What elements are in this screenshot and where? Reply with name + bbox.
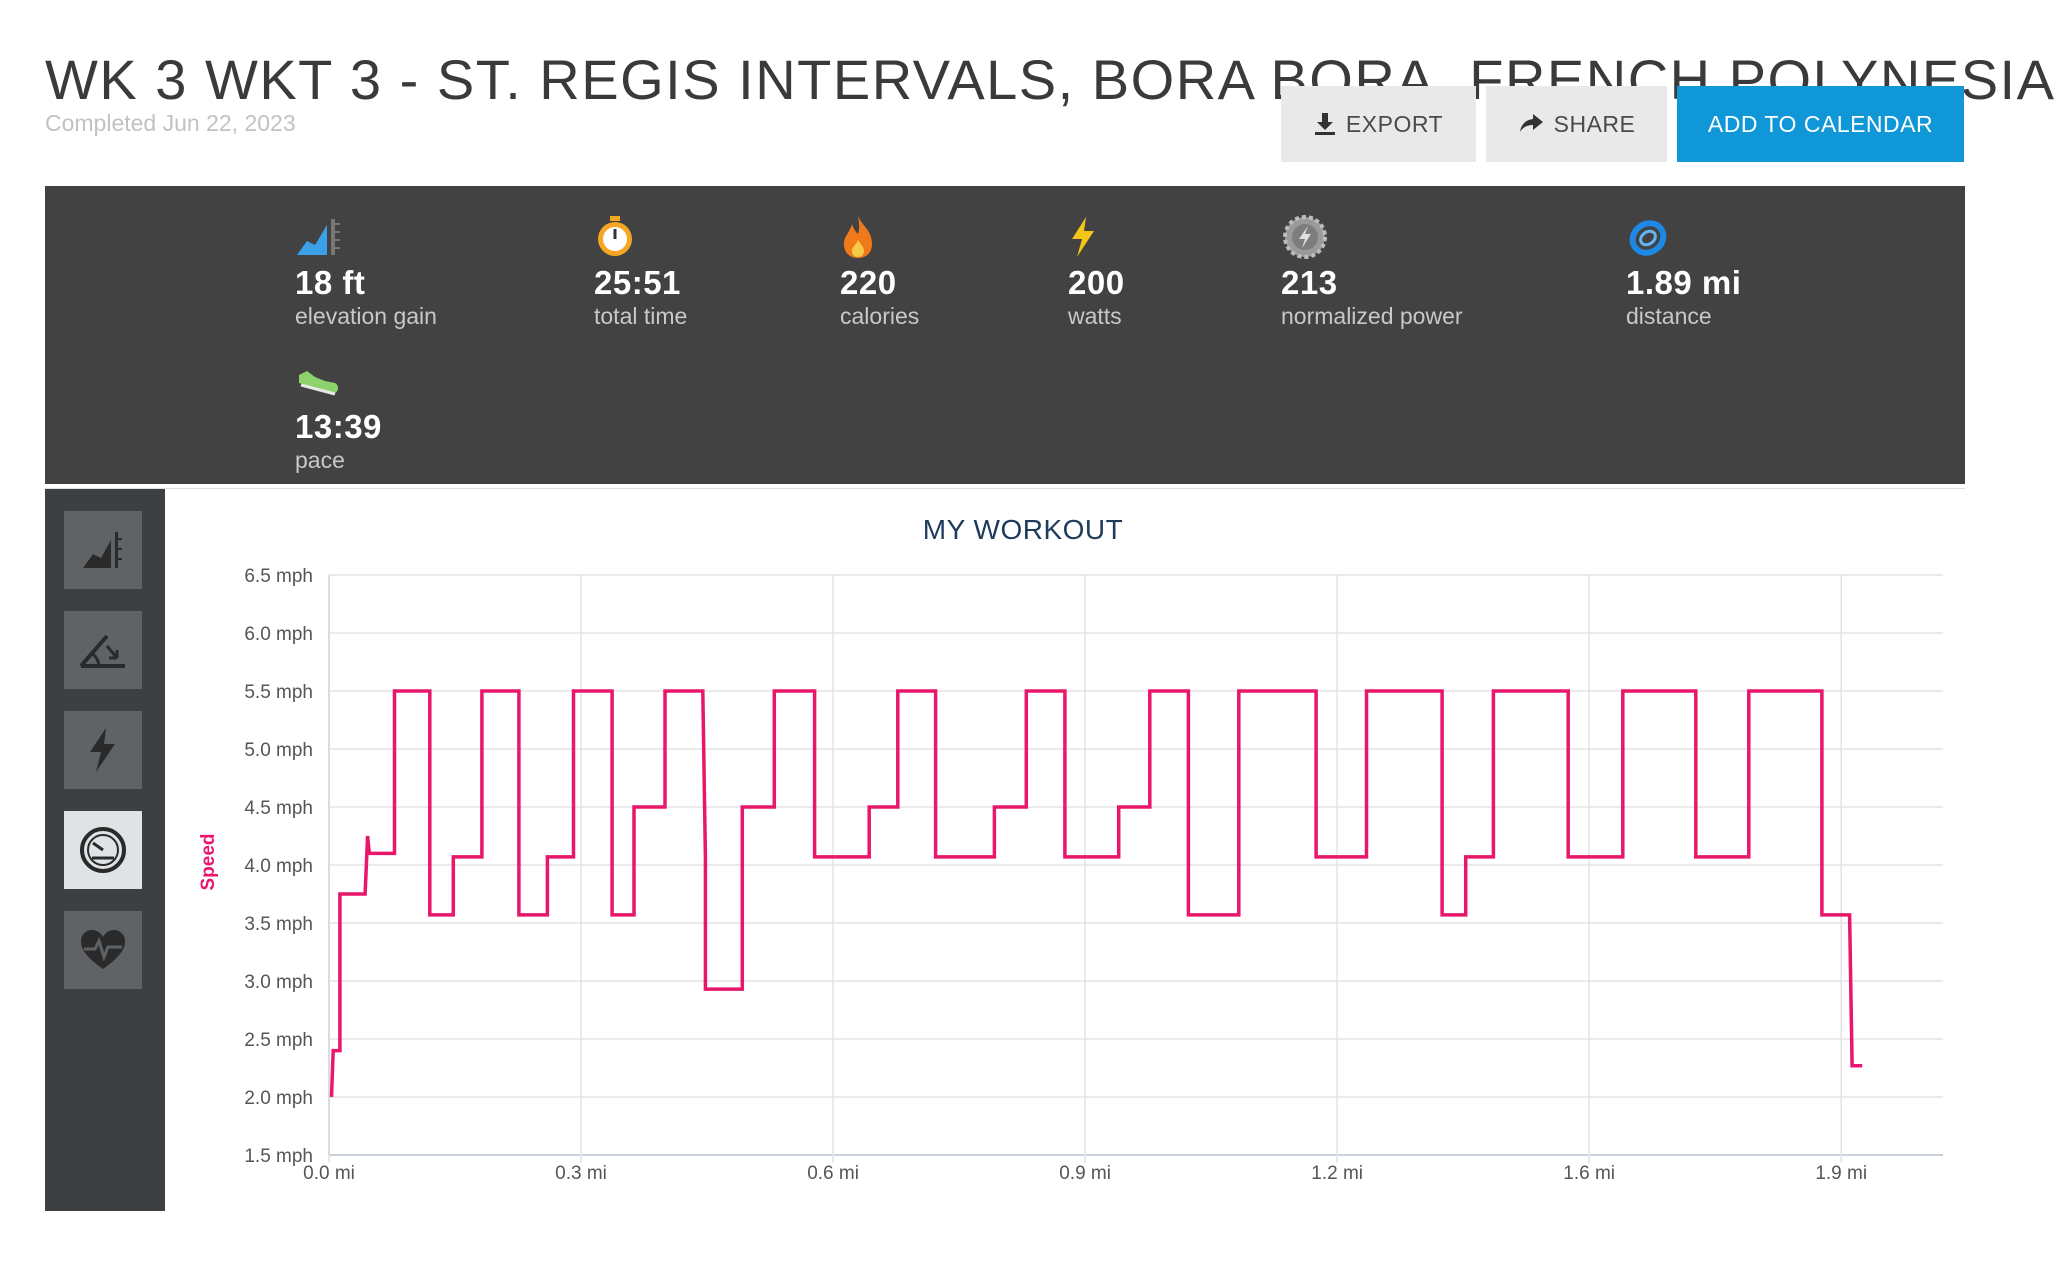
- x-tick-label: 1.6 mi: [1563, 1163, 1615, 1184]
- x-tick-label: 0.6 mi: [807, 1163, 859, 1184]
- y-tick-label: 6.5 mph: [244, 566, 313, 587]
- y-axis-label: Speed: [198, 833, 219, 890]
- y-tick-label: 6.0 mph: [244, 624, 313, 645]
- y-tick-label: 3.0 mph: [244, 972, 313, 993]
- speed-chart: 1.5 mph2.0 mph2.5 mph3.0 mph3.5 mph4.0 m…: [198, 566, 1943, 1184]
- y-tick-label: 2.0 mph: [244, 1088, 313, 1109]
- y-tick-label: 3.5 mph: [244, 914, 313, 935]
- y-tick-label: 4.5 mph: [244, 798, 313, 819]
- speed-series-line: [329, 689, 1863, 1098]
- x-tick-label: 0.0 mi: [303, 1163, 355, 1184]
- x-tick-label: 1.9 mi: [1815, 1163, 1867, 1184]
- y-tick-label: 5.5 mph: [244, 682, 313, 703]
- x-tick-label: 1.2 mi: [1311, 1163, 1363, 1184]
- y-tick-label: 4.0 mph: [244, 856, 313, 877]
- x-tick-label: 0.3 mi: [555, 1163, 607, 1184]
- x-tick-label: 0.9 mi: [1059, 1163, 1111, 1184]
- y-tick-label: 2.5 mph: [244, 1030, 313, 1051]
- y-tick-label: 5.0 mph: [244, 740, 313, 761]
